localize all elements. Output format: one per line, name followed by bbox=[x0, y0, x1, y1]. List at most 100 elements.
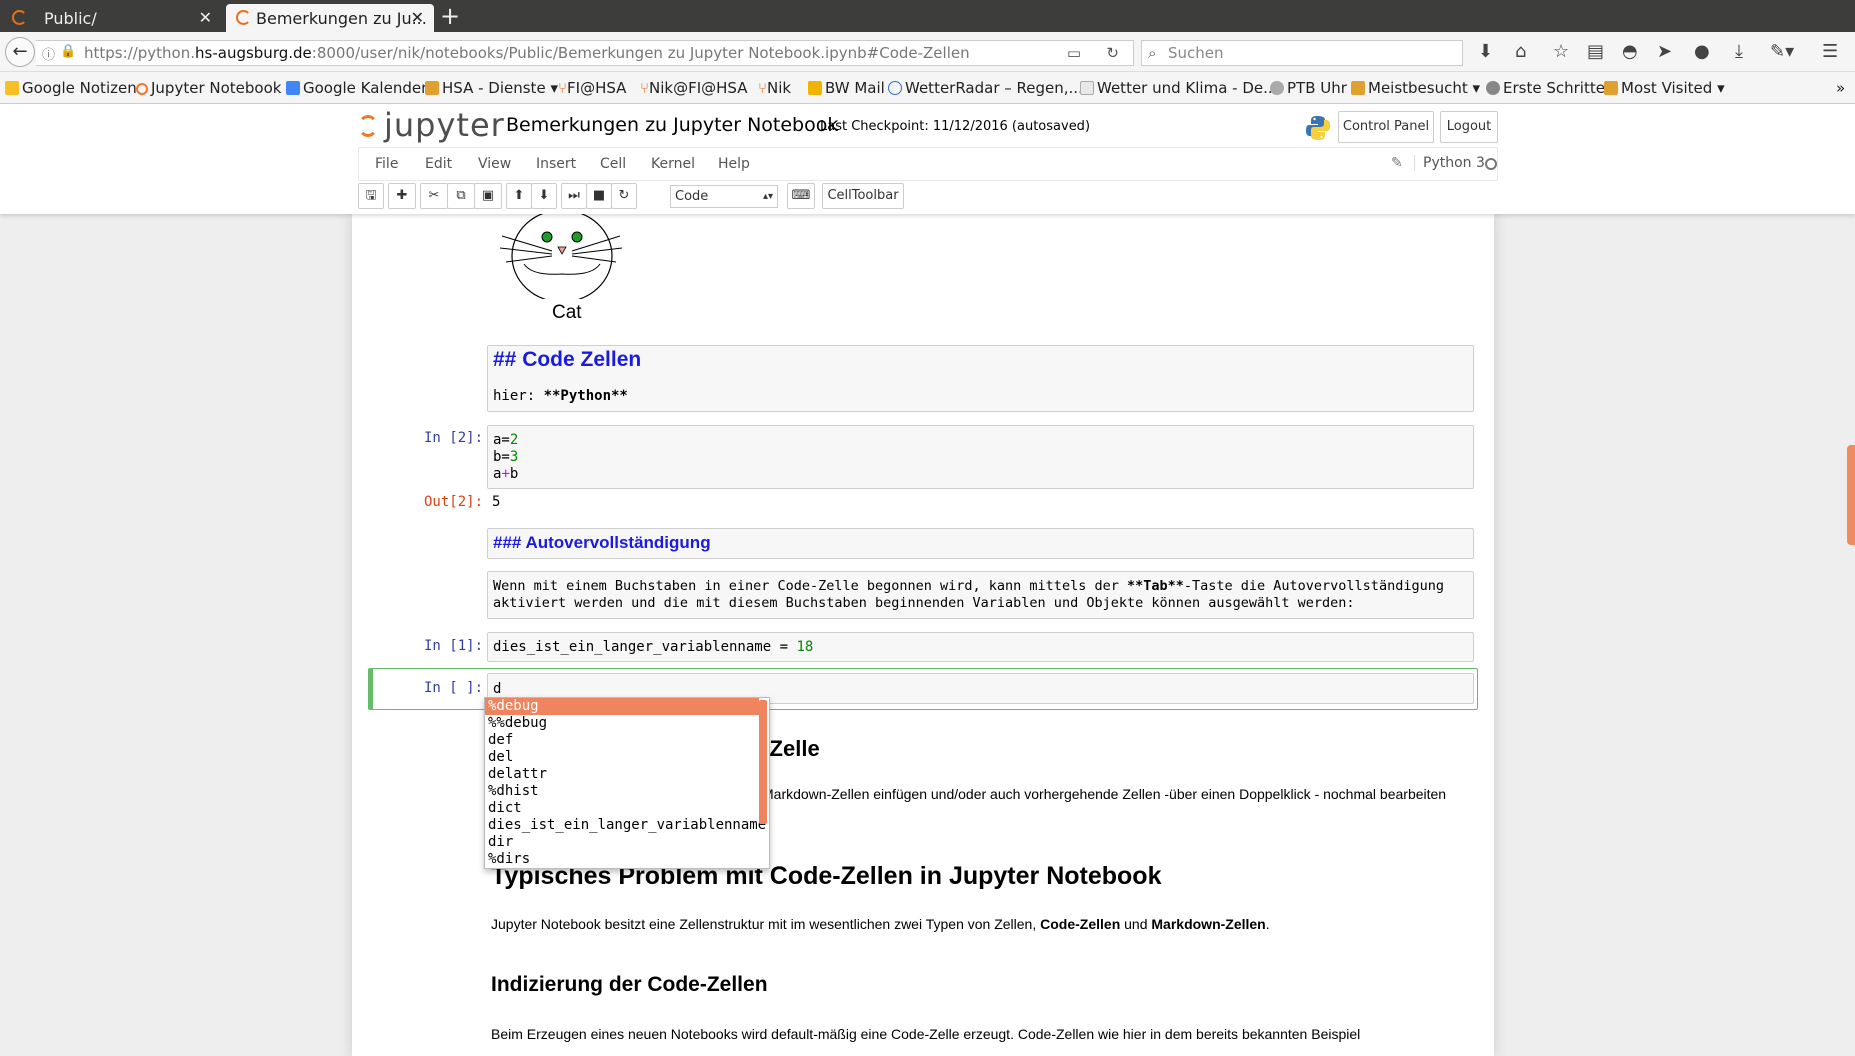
extension-icon[interactable]: ● bbox=[1694, 41, 1710, 62]
bookmark-item[interactable]: Jupyter Notebook bbox=[136, 79, 281, 97]
autocomplete-item[interactable]: dir bbox=[488, 834, 513, 851]
notebook-container: Cat ## Code Zellen hier: **Python** In [… bbox=[352, 214, 1494, 1056]
menu-cell[interactable]: Cell bbox=[600, 156, 626, 172]
new-tab-button[interactable]: + bbox=[440, 2, 460, 30]
bookmark-folder[interactable]: Most Visited ▾ bbox=[1604, 79, 1725, 97]
menu-file[interactable]: File bbox=[375, 156, 398, 172]
bookmark-item[interactable]: WetterRadar – Regen,... bbox=[888, 79, 1083, 97]
menu-edit[interactable]: Edit bbox=[425, 156, 452, 172]
reader-view-icon[interactable]: ▭ bbox=[1067, 44, 1081, 62]
autocomplete-item[interactable]: %debug bbox=[488, 698, 539, 715]
reload-icon[interactable]: ↻ bbox=[1106, 44, 1119, 62]
lock-icon: 🔒 bbox=[60, 44, 77, 59]
jupyter-icon bbox=[136, 83, 148, 95]
cell-output: 5 bbox=[492, 494, 501, 510]
download-icon[interactable]: ⬇ bbox=[1478, 41, 1493, 62]
menu-insert[interactable]: Insert bbox=[536, 156, 576, 172]
markdown-heading: ### Autovervollständigung bbox=[493, 533, 711, 552]
heading-indizierung: Indizierung der Code-Zellen bbox=[491, 973, 768, 996]
autocomplete-dropdown[interactable]: %debug %%debug def del delattr %dhist di… bbox=[484, 697, 770, 869]
extension-menu-icon[interactable]: ✎▾ bbox=[1770, 41, 1794, 62]
insert-cell-button[interactable]: ✚ bbox=[388, 183, 416, 209]
kernel-name: Python 3 bbox=[1414, 155, 1485, 171]
partial-paragraph: Markdown-Zellen einfügen und/oder auch v… bbox=[762, 786, 1447, 802]
browser-tab-bemerkungen[interactable]: Bemerkungen zu Ju... ✕ bbox=[226, 4, 434, 32]
menu-kernel[interactable]: Kernel bbox=[651, 156, 695, 172]
send-icon[interactable]: ➤ bbox=[1657, 41, 1672, 62]
move-up-button[interactable]: ⬆ bbox=[506, 183, 532, 209]
bookmark-item[interactable]: ⑂Nik bbox=[758, 79, 791, 97]
mail-icon bbox=[808, 81, 822, 95]
autocomplete-item[interactable]: def bbox=[488, 732, 513, 749]
cat-drawing bbox=[499, 214, 623, 299]
copy-button[interactable]: ⧉ bbox=[447, 183, 475, 209]
autocomplete-item[interactable]: del bbox=[488, 749, 513, 766]
cat-caption: Cat bbox=[552, 302, 582, 323]
bookmark-item[interactable]: Erste Schritte bbox=[1486, 79, 1605, 97]
globe-icon bbox=[1270, 81, 1284, 95]
bookmark-folder[interactable]: Meistbesucht ▾ bbox=[1351, 79, 1480, 97]
folder-icon bbox=[1351, 81, 1365, 95]
autocomplete-item[interactable]: delattr bbox=[488, 766, 547, 783]
bookmark-item[interactable]: BW Mail bbox=[808, 79, 885, 97]
jupyter-logo-icon bbox=[358, 115, 378, 137]
markdown-text: hier: **Python** bbox=[493, 388, 628, 404]
search-icon: ⌕ bbox=[1148, 44, 1157, 62]
markdown-cell-raw[interactable]: ## Code Zellen hier: **Python** bbox=[487, 345, 1474, 412]
url-bar[interactable]: ⓘ 🔒 https://python.hs-augsburg.de:8000/u… bbox=[36, 40, 1134, 66]
interrupt-kernel-button[interactable]: ■ bbox=[586, 183, 612, 209]
autocomplete-item[interactable]: %dhist bbox=[488, 783, 539, 800]
code-cell-input[interactable]: dies_ist_ein_langer_variablenname = 18 bbox=[487, 632, 1474, 662]
jupyter-favicon-icon bbox=[12, 10, 27, 25]
paragraph-beim: Beim Erzeugen eines neuen Notebooks wird… bbox=[491, 1026, 1361, 1042]
bookmark-item[interactable]: Google Kalender bbox=[286, 79, 427, 97]
jupyter-header: jupyter Bemerkungen zu Jupyter Notebook … bbox=[0, 104, 1855, 214]
page-scrollbar-thumb[interactable] bbox=[1847, 445, 1855, 545]
logout-button[interactable]: Logout bbox=[1440, 111, 1498, 143]
autocomplete-item[interactable]: %dirs bbox=[488, 851, 530, 868]
pocket-icon[interactable]: ◓ bbox=[1622, 41, 1638, 62]
move-down-button[interactable]: ⬇ bbox=[531, 183, 557, 209]
bookmark-item[interactable]: ⑂FI@HSA bbox=[558, 79, 626, 97]
search-box[interactable]: ⌕ Suchen bbox=[1141, 40, 1463, 66]
cell-type-select[interactable]: Code ▴▾ bbox=[670, 185, 778, 208]
bookmark-item[interactable]: PTB Uhr bbox=[1270, 79, 1347, 97]
markdown-cell-raw[interactable]: ### Autovervollständigung bbox=[487, 528, 1474, 559]
home-icon[interactable]: ⌂ bbox=[1515, 41, 1526, 62]
markdown-cell-raw[interactable]: Wenn mit einem Buchstaben in einer Code-… bbox=[487, 571, 1474, 619]
menu-view[interactable]: View bbox=[478, 156, 511, 172]
celltoolbar-button[interactable]: CellToolbar bbox=[822, 183, 904, 209]
control-panel-button[interactable]: Control Panel bbox=[1338, 111, 1434, 143]
autocomplete-scrollbar[interactable] bbox=[759, 700, 767, 824]
bookmark-star-icon[interactable]: ☆ bbox=[1553, 41, 1569, 62]
hamburger-menu-icon[interactable]: ☰ bbox=[1822, 41, 1838, 62]
autocomplete-item[interactable]: dies_ist_ein_langer_variablenname bbox=[488, 817, 766, 834]
cut-button[interactable]: ✂ bbox=[420, 183, 448, 209]
autocomplete-item[interactable]: %%debug bbox=[488, 715, 547, 732]
bookmarks-overflow-icon[interactable]: » bbox=[1836, 79, 1845, 97]
library-icon[interactable]: ▤ bbox=[1587, 41, 1604, 62]
code-cell-input[interactable]: a=2 b=3 a+b bbox=[487, 425, 1474, 489]
fork-icon: ⑂ bbox=[758, 79, 768, 97]
bookmark-folder[interactable]: HSA - Dienste ▾ bbox=[425, 79, 558, 97]
back-button[interactable]: ← bbox=[5, 37, 35, 67]
menu-help[interactable]: Help bbox=[718, 156, 750, 172]
folder-icon bbox=[1604, 81, 1618, 95]
notebook-title[interactable]: Bemerkungen zu Jupyter Notebook bbox=[506, 114, 838, 136]
run-cell-button[interactable]: ⏭ bbox=[561, 183, 587, 209]
bookmark-item[interactable]: ⑂Nik@FI@HSA bbox=[640, 79, 747, 97]
close-tab-icon[interactable]: ✕ bbox=[411, 8, 424, 27]
bookmark-item[interactable]: Wetter und Klima - De... bbox=[1080, 79, 1277, 97]
code-text: d bbox=[493, 681, 502, 697]
restart-kernel-button[interactable]: ↻ bbox=[611, 183, 637, 209]
downloads-arrow-icon[interactable]: ⤓ bbox=[1735, 41, 1743, 62]
cell-in-prompt: In [ ]: bbox=[424, 680, 484, 696]
command-palette-button[interactable]: ⌨ bbox=[787, 183, 815, 209]
paste-button[interactable]: ▣ bbox=[474, 183, 502, 209]
info-icon[interactable]: ⓘ bbox=[42, 44, 55, 63]
save-button[interactable]: 🖫 bbox=[358, 183, 384, 209]
close-tab-icon[interactable]: ✕ bbox=[199, 8, 212, 27]
autocomplete-item[interactable]: dict bbox=[488, 800, 522, 817]
bookmark-item[interactable]: Google Notizen bbox=[5, 79, 137, 97]
browser-tab-public[interactable]: Public/ ✕ bbox=[0, 4, 222, 32]
